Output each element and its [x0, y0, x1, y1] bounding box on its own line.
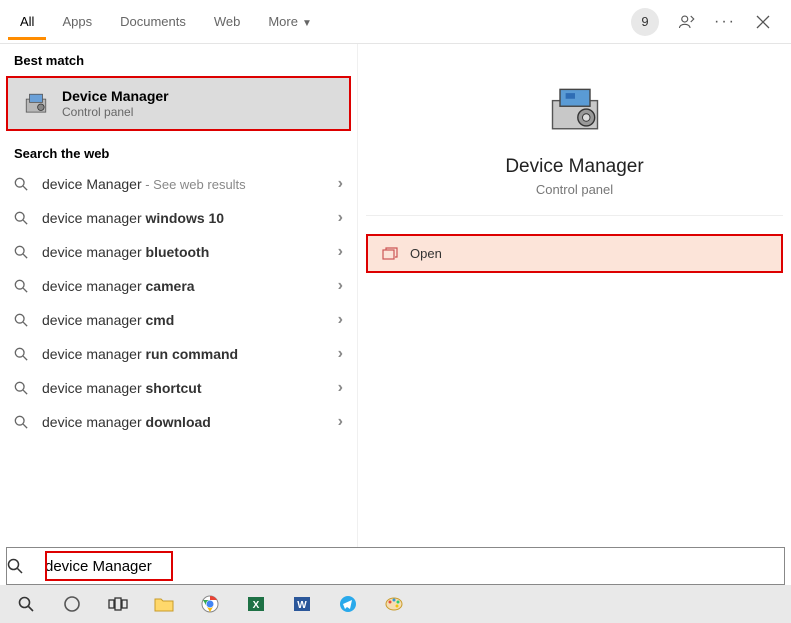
web-result-text: device manager camera: [42, 278, 338, 294]
top-right: 9 ···: [631, 8, 783, 36]
svg-text:X: X: [253, 600, 260, 611]
search-icon: [14, 381, 30, 395]
detail-card: Device Manager Control panel: [366, 50, 783, 216]
web-result-item[interactable]: device manager bluetooth›: [0, 235, 357, 269]
search-icon: [14, 415, 30, 429]
tab-apps[interactable]: Apps: [50, 4, 104, 40]
web-result-item[interactable]: device manager shortcut›: [0, 371, 357, 405]
web-result-item[interactable]: device manager camera›: [0, 269, 357, 303]
results-panel: Best match Device Manager Control panel …: [0, 44, 358, 547]
web-result-text: device manager cmd: [42, 312, 338, 328]
chevron-right-icon: ›: [338, 175, 343, 193]
tab-documents[interactable]: Documents: [108, 4, 198, 40]
close-icon[interactable]: [753, 12, 773, 32]
web-results-list: device Manager - See web results›device …: [0, 167, 357, 439]
web-result-text: device manager bluetooth: [42, 244, 338, 260]
taskbar-cortana-icon[interactable]: [52, 588, 92, 620]
best-match-label: Best match: [0, 44, 357, 74]
detail-device-manager-icon: [545, 80, 605, 140]
best-match-title: Device Manager: [62, 88, 169, 104]
best-match-subtitle: Control panel: [62, 105, 169, 119]
search-icon: [14, 245, 30, 259]
web-result-item[interactable]: device manager download›: [0, 405, 357, 439]
chevron-right-icon: ›: [338, 345, 343, 363]
search-icon: [7, 558, 41, 574]
tabs: All Apps Documents Web More▼: [8, 4, 324, 40]
search-icon: [14, 313, 30, 327]
tab-more[interactable]: More▼: [256, 4, 324, 40]
web-result-text: device manager windows 10: [42, 210, 338, 226]
detail-subtitle: Control panel: [386, 182, 763, 197]
search-icon: [14, 211, 30, 225]
taskbar-chrome-icon[interactable]: [190, 588, 230, 620]
main: Best match Device Manager Control panel …: [0, 44, 791, 547]
taskbar-word-icon[interactable]: W: [282, 588, 322, 620]
rewards-badge[interactable]: 9: [631, 8, 659, 36]
tab-all[interactable]: All: [8, 4, 46, 40]
best-match-text: Device Manager Control panel: [62, 88, 169, 119]
svg-text:W: W: [297, 600, 307, 611]
search-icon: [14, 279, 30, 293]
taskbar: X W: [0, 585, 791, 623]
chevron-down-icon: ▼: [302, 18, 312, 29]
feedback-icon[interactable]: [677, 12, 697, 32]
open-action[interactable]: Open: [366, 234, 783, 273]
chevron-right-icon: ›: [338, 277, 343, 295]
detail-title: Device Manager: [386, 156, 763, 178]
web-result-text: device manager run command: [42, 346, 338, 362]
web-result-item[interactable]: device manager cmd›: [0, 303, 357, 337]
search-icon: [14, 177, 30, 191]
search-bar: [6, 547, 785, 585]
chevron-right-icon: ›: [338, 379, 343, 397]
web-result-text: device manager shortcut: [42, 380, 338, 396]
web-result-item[interactable]: device manager run command›: [0, 337, 357, 371]
taskbar-taskview-icon[interactable]: [98, 588, 138, 620]
open-label: Open: [410, 246, 442, 261]
web-section-label: Search the web: [0, 137, 357, 167]
web-result-text: device Manager - See web results: [42, 176, 338, 192]
web-result-item[interactable]: device Manager - See web results›: [0, 167, 357, 201]
chevron-right-icon: ›: [338, 243, 343, 261]
taskbar-search-icon[interactable]: [6, 588, 46, 620]
detail-panel: Device Manager Control panel Open: [358, 44, 791, 547]
taskbar-paint-icon[interactable]: [374, 588, 414, 620]
web-result-text: device manager download: [42, 414, 338, 430]
web-result-item[interactable]: device manager windows 10›: [0, 201, 357, 235]
taskbar-telegram-icon[interactable]: [328, 588, 368, 620]
tab-web[interactable]: Web: [202, 4, 253, 40]
chevron-right-icon: ›: [338, 413, 343, 431]
search-input[interactable]: [41, 552, 784, 581]
search-icon: [14, 347, 30, 361]
device-manager-icon: [22, 90, 50, 118]
chevron-right-icon: ›: [338, 311, 343, 329]
top-bar: All Apps Documents Web More▼ 9 ···: [0, 0, 791, 44]
best-match-item[interactable]: Device Manager Control panel: [6, 76, 351, 131]
taskbar-explorer-icon[interactable]: [144, 588, 184, 620]
taskbar-excel-icon[interactable]: X: [236, 588, 276, 620]
more-options-icon[interactable]: ···: [715, 12, 735, 32]
chevron-right-icon: ›: [338, 209, 343, 227]
open-icon: [382, 247, 400, 261]
